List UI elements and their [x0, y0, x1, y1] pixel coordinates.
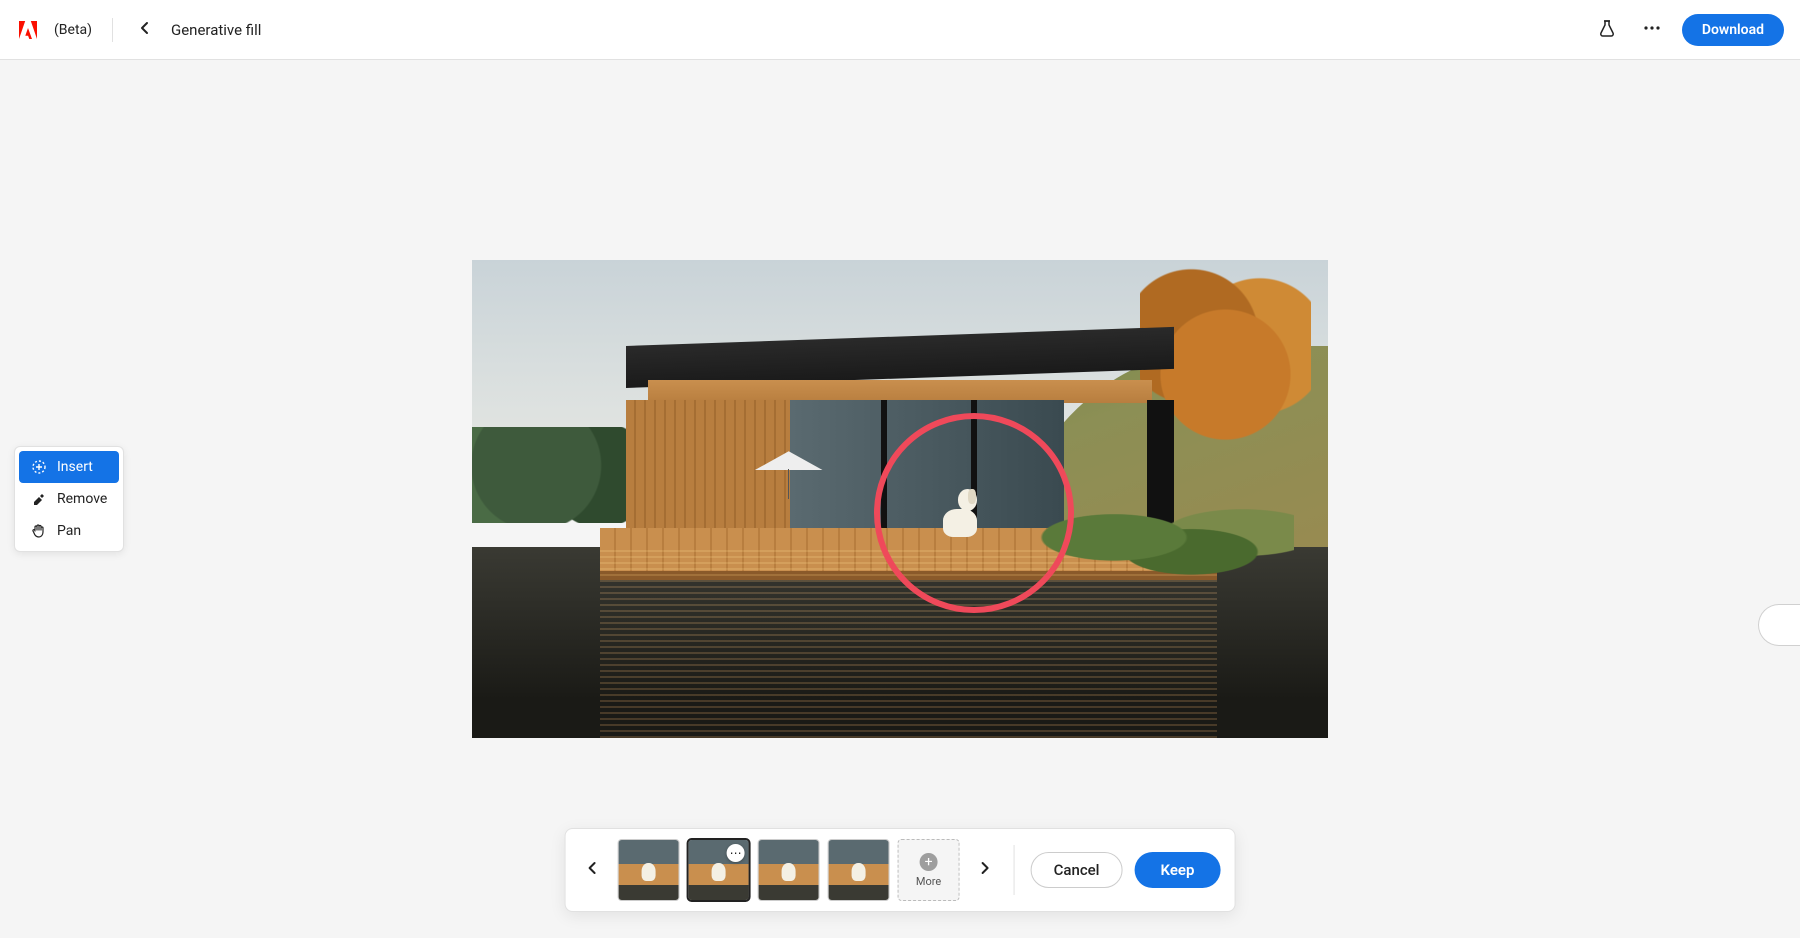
- tool-panel: Insert Remove Pan: [14, 446, 124, 552]
- beaker-icon: [1598, 19, 1616, 41]
- help-fab[interactable]: [1758, 604, 1800, 646]
- variation-bar-divider: [1014, 845, 1015, 895]
- more-options-button[interactable]: [1636, 12, 1668, 48]
- tool-remove[interactable]: Remove: [19, 483, 119, 515]
- pan-icon: [31, 523, 47, 539]
- variation-bar: More Cancel Keep: [565, 828, 1236, 912]
- beaker-button[interactable]: [1592, 13, 1622, 47]
- header-right: Download: [1592, 12, 1784, 48]
- canvas-wrap: [472, 260, 1328, 738]
- more-horizontal-icon: [1642, 18, 1662, 42]
- variation-thumb-menu-icon[interactable]: [727, 844, 745, 862]
- remove-icon: [31, 491, 47, 507]
- tool-pan[interactable]: Pan: [19, 515, 119, 547]
- editor-main: Insert Remove Pan: [0, 60, 1800, 938]
- variation-thumb-1[interactable]: [618, 839, 680, 901]
- chevron-right-icon: [978, 864, 992, 879]
- variation-thumbs: More: [618, 839, 960, 901]
- tool-remove-label: Remove: [57, 491, 107, 507]
- keep-button[interactable]: Keep: [1135, 852, 1221, 888]
- breadcrumb: Generative fill: [171, 21, 261, 39]
- adobe-logo-icon: [16, 18, 40, 42]
- tool-pan-label: Pan: [57, 523, 81, 539]
- header-divider: [112, 18, 113, 42]
- plus-circle-icon: [920, 853, 938, 871]
- variation-thumb-4[interactable]: [828, 839, 890, 901]
- insert-icon: [31, 459, 47, 475]
- generated-object-dog: [939, 489, 982, 537]
- tool-insert[interactable]: Insert: [19, 451, 119, 483]
- chevron-left-icon: [137, 20, 153, 40]
- header-left: (Beta) Generative fill: [16, 16, 261, 44]
- download-button[interactable]: Download: [1682, 14, 1784, 46]
- back-button[interactable]: [133, 16, 157, 44]
- app-header: (Beta) Generative fill Download: [0, 0, 1800, 60]
- generate-more-label: More: [916, 875, 941, 888]
- tool-insert-label: Insert: [57, 459, 93, 475]
- canvas-image[interactable]: [472, 260, 1328, 738]
- cancel-button[interactable]: Cancel: [1031, 852, 1123, 888]
- chevron-left-icon: [586, 864, 600, 879]
- variation-thumb-3[interactable]: [758, 839, 820, 901]
- variations-prev-button[interactable]: [580, 855, 606, 885]
- generate-more-button[interactable]: More: [898, 839, 960, 901]
- beta-label: (Beta): [54, 22, 92, 38]
- variation-thumb-2[interactable]: [688, 839, 750, 901]
- variations-next-button[interactable]: [972, 855, 998, 885]
